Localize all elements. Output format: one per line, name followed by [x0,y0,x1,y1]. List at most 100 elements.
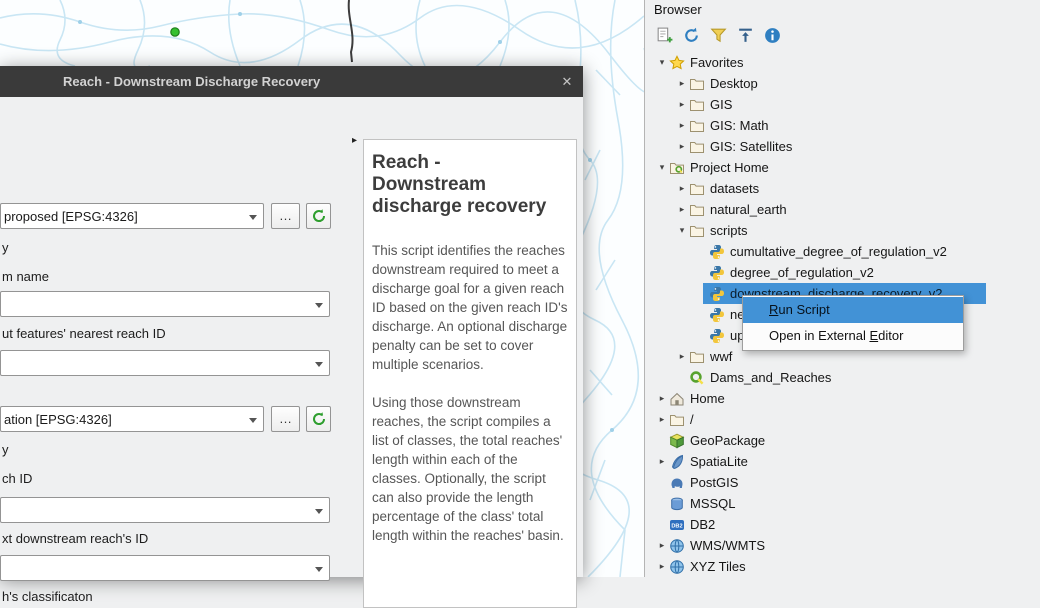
tree-item-postgis[interactable]: PostGIS [645,472,1040,493]
help-paragraph: This script identifies the reaches downs… [372,241,568,374]
folder-icon [669,412,685,428]
expander-closed-icon[interactable]: ▸ [655,414,669,425]
expander-open-icon[interactable]: ▾ [655,57,669,68]
tree-item-scripts[interactable]: ▾ scripts [645,220,1040,241]
spatialite-icon [669,454,685,470]
dialog-title: Reach - Downstream Discharge Recovery [63,74,320,89]
tree-item-label: SpatiaLite [690,454,754,469]
menu-item-open-in-external-editor[interactable]: Open in External Editor [743,323,963,349]
chevron-down-icon [315,509,323,514]
reach-id-label: ch ID [2,471,32,486]
field-label-fragment: y [2,240,9,255]
properties-icon[interactable] [763,26,782,45]
tree-item-mssql[interactable]: MSSQL [645,493,1040,514]
iterate-button-2[interactable] [306,406,331,432]
tree-item-cumultative-degree-of-regulation-v2[interactable]: cumultative_degree_of_regulation_v2 [645,241,1040,262]
python-icon [709,286,725,302]
tree-item-desktop[interactable]: ▸Desktop [645,73,1040,94]
station-layer-combobox[interactable]: ation [EPSG:4326] [0,406,264,432]
mssql-icon [669,496,685,512]
tree-item-label: scripts [710,223,754,238]
menu-item-run-script[interactable]: Run Script [743,297,963,323]
tree-item-db2[interactable]: DB2DB2 [645,514,1040,535]
tree-item-project-home[interactable]: ▾Project Home [645,157,1040,178]
refresh-icon[interactable] [682,26,701,45]
classification-label: h's classificaton [2,589,93,604]
context-menu: Run ScriptOpen in External Editor [742,295,964,351]
tree-item-label: XYZ Tiles [690,559,752,574]
browser-panel: Browser ▾Favorites▸Desktop▸GIS▸GIS: Math… [644,0,1040,577]
input-layer-combobox[interactable]: proposed [EPSG:4326] [0,203,264,229]
folder-icon [689,118,705,134]
postgis-icon [669,475,685,491]
tree-item-label: degree_of_regulation_v2 [730,265,880,280]
expander-open-icon[interactable]: ▾ [675,225,689,236]
tree-item-datasets[interactable]: ▸datasets [645,178,1040,199]
tree-item-favorites[interactable]: ▾Favorites [645,52,1040,73]
browse-button[interactable]: … [271,203,300,229]
browse-button-2[interactable]: … [271,406,300,432]
tree-item-body: Home [669,388,731,409]
expander-closed-icon[interactable]: ▸ [675,78,689,89]
tree-item-body: Dams_and_Reaches [689,367,837,388]
help-panel: Reach - Downstream discharge recovery Th… [363,139,577,608]
tree-item-dams-and-reaches[interactable]: Dams_and_Reaches [645,367,1040,388]
expander-closed-icon[interactable]: ▸ [675,99,689,110]
column-name-combobox[interactable] [0,291,330,317]
tree-item-gis[interactable]: ▸GIS [645,94,1040,115]
expander-closed-icon[interactable]: ▸ [675,204,689,215]
globe-icon [669,559,685,575]
panel-collapse-arrow[interactable]: ▸ [352,135,357,146]
nearest-reach-label: ut features' nearest reach ID [2,326,166,341]
expander-closed-icon[interactable]: ▸ [655,456,669,467]
reach-id-combobox[interactable] [0,497,330,523]
tree-item-geopackage[interactable]: GeoPackage [645,430,1040,451]
tree-item-label: PostGIS [690,475,744,490]
tree-item-home[interactable]: ▸ Home [645,388,1040,409]
python-icon [709,328,725,344]
next-downstream-combobox[interactable] [0,555,330,581]
tree-item-root[interactable]: ▸/ [645,409,1040,430]
tree-item-body: datasets [689,178,765,199]
tree-item-spatialite[interactable]: ▸ SpatiaLite [645,451,1040,472]
filter-browser-icon[interactable] [709,26,728,45]
db2-icon: DB2 [669,517,685,533]
svg-text:DB2: DB2 [671,523,682,529]
expander-open-icon[interactable]: ▾ [655,162,669,173]
globe-icon [669,538,685,554]
folder-icon [689,202,705,218]
tree-item-gis-math[interactable]: ▸GIS: Math [645,115,1040,136]
tree-item-body: GeoPackage [669,430,771,451]
close-icon[interactable]: ✕ [559,74,575,90]
add-selected-layers-icon[interactable] [655,26,674,45]
expander-closed-icon[interactable]: ▸ [675,141,689,152]
nearest-reach-combobox[interactable] [0,350,330,376]
expander-closed-icon[interactable]: ▸ [655,561,669,572]
expander-closed-icon[interactable]: ▸ [675,183,689,194]
tree-item-body: DB2DB2 [669,514,721,535]
chevron-down-icon [249,215,257,220]
browser-toolbar [655,26,782,45]
qgis-icon [689,370,705,386]
tree-item-body: natural_earth [689,199,793,220]
expander-closed-icon[interactable]: ▸ [675,351,689,362]
column-name-label: m name [2,269,49,284]
tree-item-label: Home [690,391,731,406]
tree-item-body: GIS: Math [689,115,775,136]
tree-item-degree-of-regulation-v2[interactable]: degree_of_regulation_v2 [645,262,1040,283]
tree-item-wms-wmts[interactable]: ▸WMS/WMTS [645,535,1040,556]
processing-dialog: Reach - Downstream Discharge Recovery ✕ … [0,66,583,577]
dialog-titlebar[interactable]: Reach - Downstream Discharge Recovery ✕ [0,66,583,97]
expander-closed-icon[interactable]: ▸ [655,540,669,551]
folder-icon [689,139,705,155]
expander-closed-icon[interactable]: ▸ [655,393,669,404]
collapse-all-icon[interactable] [736,26,755,45]
tree-item-body: MSSQL [669,493,742,514]
tree-item-natural-earth[interactable]: ▸natural_earth [645,199,1040,220]
geopackage-icon [669,433,685,449]
home-icon [669,391,685,407]
tree-item-xyz-tiles[interactable]: ▸ XYZ Tiles [645,556,1040,577]
expander-closed-icon[interactable]: ▸ [675,120,689,131]
iterate-button[interactable] [306,203,331,229]
tree-item-gis-satellites[interactable]: ▸GIS: Satellites [645,136,1040,157]
